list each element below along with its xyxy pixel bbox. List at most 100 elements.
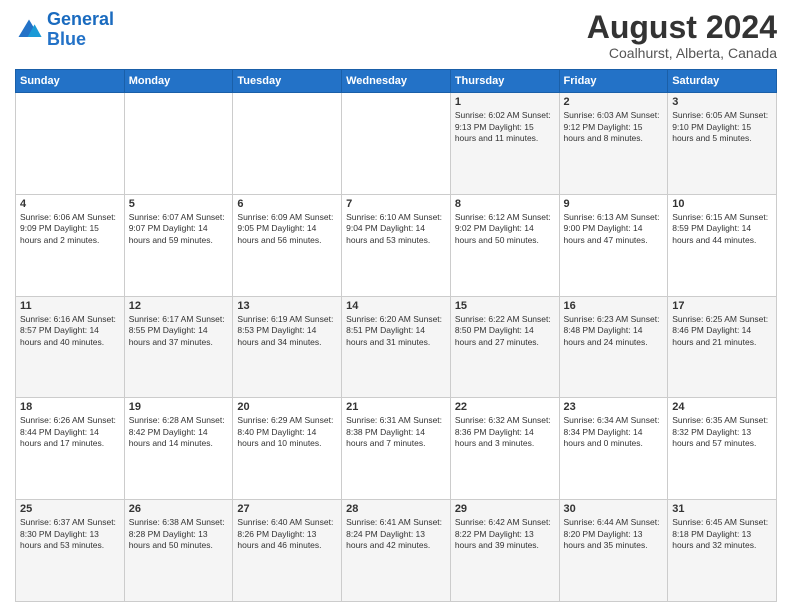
day-info: Sunrise: 6:09 AM Sunset: 9:05 PM Dayligh…	[237, 212, 337, 246]
calendar-cell: 19 Sunrise: 6:28 AM Sunset: 8:42 PM Dayli…	[124, 398, 233, 500]
calendar-cell: 29 Sunrise: 6:42 AM Sunset: 8:22 PM Dayli…	[450, 500, 559, 602]
calendar-cell: 30 Sunrise: 6:44 AM Sunset: 8:20 PM Dayli…	[559, 500, 668, 602]
day-number: 24	[672, 401, 772, 413]
subtitle: Coalhurst, Alberta, Canada	[587, 45, 777, 61]
calendar-header-sunday: Sunday	[16, 70, 125, 93]
calendar-cell: 4Sunrise: 6:06 AM Sunset: 9:09 PM Daylig…	[16, 194, 125, 296]
day-number: 7	[346, 198, 446, 210]
day-number: 13	[237, 300, 337, 312]
calendar-week-row: 1Sunrise: 6:02 AM Sunset: 9:13 PM Daylig…	[16, 93, 777, 195]
day-info: Sunrise: 6:15 AM Sunset: 8:59 PM Dayligh…	[672, 212, 772, 246]
day-number: 8	[455, 198, 555, 210]
calendar-cell	[124, 93, 233, 195]
day-info: Sunrise: 6:45 AM Sunset: 8:18 PM Dayligh…	[672, 517, 772, 551]
day-number: 25	[20, 503, 120, 515]
day-number: 17	[672, 300, 772, 312]
day-info: Sunrise: 6:17 AM Sunset: 8:55 PM Dayligh…	[129, 314, 229, 348]
calendar-cell: 13Sunrise: 6:19 AM Sunset: 8:53 PM Dayli…	[233, 296, 342, 398]
calendar-cell: 14 Sunrise: 6:20 AM Sunset: 8:51 PM Dayli…	[342, 296, 451, 398]
day-number: 23	[564, 401, 664, 413]
day-info: Sunrise: 6:42 AM Sunset: 8:22 PM Dayligh…	[455, 517, 555, 551]
calendar-cell: 15 Sunrise: 6:22 AM Sunset: 8:50 PM Dayli…	[450, 296, 559, 398]
calendar-week-row: 25 Sunrise: 6:37 AM Sunset: 8:30 PM Dayli…	[16, 500, 777, 602]
day-info: Sunrise: 6:32 AM Sunset: 8:36 PM Dayligh…	[455, 415, 555, 449]
day-info: Sunrise: 6:34 AM Sunset: 8:34 PM Dayligh…	[564, 415, 664, 449]
day-info: Sunrise: 6:23 AM Sunset: 8:48 PM Dayligh…	[564, 314, 664, 348]
calendar-cell: 11Sunrise: 6:16 AM Sunset: 8:57 PM Dayli…	[16, 296, 125, 398]
day-info: Sunrise: 6:03 AM Sunset: 9:12 PM Dayligh…	[564, 110, 664, 144]
day-info: Sunrise: 6:16 AM Sunset: 8:57 PM Dayligh…	[20, 314, 120, 348]
day-number: 16	[564, 300, 664, 312]
calendar-week-row: 4Sunrise: 6:06 AM Sunset: 9:09 PM Daylig…	[16, 194, 777, 296]
day-number: 15	[455, 300, 555, 312]
calendar-header-saturday: Saturday	[668, 70, 777, 93]
calendar-cell: 16 Sunrise: 6:23 AM Sunset: 8:48 PM Dayli…	[559, 296, 668, 398]
day-number: 14	[346, 300, 446, 312]
calendar-header-monday: Monday	[124, 70, 233, 93]
calendar-cell	[233, 93, 342, 195]
calendar-header-friday: Friday	[559, 70, 668, 93]
calendar-cell	[342, 93, 451, 195]
calendar-cell: 1Sunrise: 6:02 AM Sunset: 9:13 PM Daylig…	[450, 93, 559, 195]
calendar-cell: 20Sunrise: 6:29 AM Sunset: 8:40 PM Dayli…	[233, 398, 342, 500]
calendar-header-wednesday: Wednesday	[342, 70, 451, 93]
day-number: 12	[129, 300, 229, 312]
calendar-cell: 8 Sunrise: 6:12 AM Sunset: 9:02 PM Daylig…	[450, 194, 559, 296]
calendar-cell	[16, 93, 125, 195]
main-title: August 2024	[587, 10, 777, 45]
day-number: 31	[672, 503, 772, 515]
day-number: 19	[129, 401, 229, 413]
day-info: Sunrise: 6:06 AM Sunset: 9:09 PM Dayligh…	[20, 212, 120, 246]
calendar-cell: 6 Sunrise: 6:09 AM Sunset: 9:05 PM Daylig…	[233, 194, 342, 296]
logo-icon	[15, 16, 43, 44]
calendar-cell: 27Sunrise: 6:40 AM Sunset: 8:26 PM Dayli…	[233, 500, 342, 602]
day-number: 10	[672, 198, 772, 210]
day-number: 3	[672, 96, 772, 108]
calendar-cell: 24 Sunrise: 6:35 AM Sunset: 8:32 PM Dayli…	[668, 398, 777, 500]
calendar-cell: 9 Sunrise: 6:13 AM Sunset: 9:00 PM Daylig…	[559, 194, 668, 296]
calendar-cell: 17Sunrise: 6:25 AM Sunset: 8:46 PM Dayli…	[668, 296, 777, 398]
day-info: Sunrise: 6:28 AM Sunset: 8:42 PM Dayligh…	[129, 415, 229, 449]
title-block: August 2024 Coalhurst, Alberta, Canada	[587, 10, 777, 61]
day-number: 1	[455, 96, 555, 108]
header: General Blue August 2024 Coalhurst, Albe…	[15, 10, 777, 61]
day-info: Sunrise: 6:12 AM Sunset: 9:02 PM Dayligh…	[455, 212, 555, 246]
day-info: Sunrise: 6:35 AM Sunset: 8:32 PM Dayligh…	[672, 415, 772, 449]
day-number: 30	[564, 503, 664, 515]
calendar-cell: 21Sunrise: 6:31 AM Sunset: 8:38 PM Dayli…	[342, 398, 451, 500]
day-info: Sunrise: 6:37 AM Sunset: 8:30 PM Dayligh…	[20, 517, 120, 551]
day-number: 6	[237, 198, 337, 210]
calendar-cell: 28Sunrise: 6:41 AM Sunset: 8:24 PM Dayli…	[342, 500, 451, 602]
day-info: Sunrise: 6:13 AM Sunset: 9:00 PM Dayligh…	[564, 212, 664, 246]
calendar-cell: 31 Sunrise: 6:45 AM Sunset: 8:18 PM Dayli…	[668, 500, 777, 602]
calendar-week-row: 11Sunrise: 6:16 AM Sunset: 8:57 PM Dayli…	[16, 296, 777, 398]
calendar-cell: 7Sunrise: 6:10 AM Sunset: 9:04 PM Daylig…	[342, 194, 451, 296]
day-number: 27	[237, 503, 337, 515]
day-number: 28	[346, 503, 446, 515]
day-number: 2	[564, 96, 664, 108]
day-number: 26	[129, 503, 229, 515]
calendar-cell: 2 Sunrise: 6:03 AM Sunset: 9:12 PM Daylig…	[559, 93, 668, 195]
day-number: 21	[346, 401, 446, 413]
day-info: Sunrise: 6:26 AM Sunset: 8:44 PM Dayligh…	[20, 415, 120, 449]
calendar-cell: 10 Sunrise: 6:15 AM Sunset: 8:59 PM Dayli…	[668, 194, 777, 296]
logo-text: General Blue	[47, 10, 114, 50]
calendar-week-row: 18Sunrise: 6:26 AM Sunset: 8:44 PM Dayli…	[16, 398, 777, 500]
page: General Blue August 2024 Coalhurst, Albe…	[0, 0, 792, 612]
calendar-cell: 25 Sunrise: 6:37 AM Sunset: 8:30 PM Dayli…	[16, 500, 125, 602]
calendar-cell: 5 Sunrise: 6:07 AM Sunset: 9:07 PM Daylig…	[124, 194, 233, 296]
day-info: Sunrise: 6:44 AM Sunset: 8:20 PM Dayligh…	[564, 517, 664, 551]
day-number: 29	[455, 503, 555, 515]
calendar-cell: 3Sunrise: 6:05 AM Sunset: 9:10 PM Daylig…	[668, 93, 777, 195]
day-number: 5	[129, 198, 229, 210]
calendar-cell: 18Sunrise: 6:26 AM Sunset: 8:44 PM Dayli…	[16, 398, 125, 500]
calendar-header-tuesday: Tuesday	[233, 70, 342, 93]
day-info: Sunrise: 6:20 AM Sunset: 8:51 PM Dayligh…	[346, 314, 446, 348]
logo: General Blue	[15, 10, 114, 50]
day-info: Sunrise: 6:22 AM Sunset: 8:50 PM Dayligh…	[455, 314, 555, 348]
day-number: 22	[455, 401, 555, 413]
day-info: Sunrise: 6:07 AM Sunset: 9:07 PM Dayligh…	[129, 212, 229, 246]
day-info: Sunrise: 6:38 AM Sunset: 8:28 PM Dayligh…	[129, 517, 229, 551]
day-number: 9	[564, 198, 664, 210]
logo-line2: Blue	[47, 29, 86, 49]
